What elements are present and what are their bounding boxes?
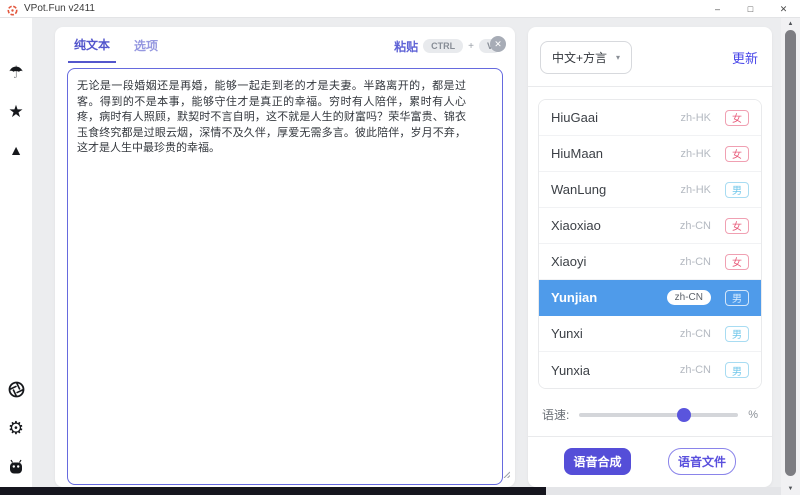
- sidebar: ☂ ★ ▲ ⚙: [0, 18, 32, 487]
- voice-lang: zh-CN: [667, 290, 711, 305]
- rate-unit: %: [748, 409, 758, 421]
- clear-text-icon[interactable]: ✕: [490, 36, 506, 52]
- voice-name: Yunxi: [551, 326, 680, 341]
- gear-icon[interactable]: ⚙: [6, 418, 26, 438]
- voice-lang: zh-CN: [680, 364, 711, 376]
- voice-name: Xiaoyi: [551, 254, 680, 269]
- voice-gender-badge: 男: [725, 326, 749, 342]
- paste-group: 粘贴 CTRL + V: [394, 38, 501, 61]
- voice-row[interactable]: HiuGaaizh-HK 女: [539, 100, 761, 136]
- voice-panel-header: 中文+方言 ▾ 更新: [528, 27, 772, 86]
- voice-gender-badge: 男: [725, 362, 749, 378]
- voice-name: Xiaoxiao: [551, 218, 680, 233]
- paste-button[interactable]: 粘贴: [394, 38, 418, 55]
- voice-lang: zh-HK: [680, 184, 711, 196]
- voice-row[interactable]: Yunjianzh-CN 男: [539, 280, 761, 316]
- voice-panel: 中文+方言 ▾ 更新 HiuGaaizh-HK女HiuMaanzh-HK女Wan…: [528, 27, 772, 487]
- voice-lang: zh-CN: [680, 328, 711, 340]
- mountain-icon[interactable]: ▲: [6, 140, 26, 160]
- voice-list: HiuGaaizh-HK女HiuMaanzh-HK女WanLungzh-HK男X…: [538, 99, 762, 389]
- resize-handle-icon[interactable]: [502, 465, 510, 483]
- voice-name: HiuGaai: [551, 110, 680, 125]
- language-select-value: 中文+方言: [552, 49, 607, 66]
- editor-card: 纯文本 选项 粘贴 CTRL + V 无论是一段婚姻还是再婚，能够一起走到老的才…: [55, 27, 515, 487]
- aperture-icon[interactable]: [6, 379, 26, 399]
- paste-key-plus: +: [468, 41, 474, 52]
- vertical-scrollbar[interactable]: ▲ ▼: [781, 18, 800, 495]
- rate-row: 语速: %: [528, 406, 772, 423]
- header-divider: [528, 86, 772, 87]
- voice-row[interactable]: Xiaoxiaozh-CN 女: [539, 208, 761, 244]
- voice-name: WanLung: [551, 182, 680, 197]
- voice-gender-badge: 女: [725, 110, 749, 126]
- action-row: 语音合成 语音文件: [528, 437, 772, 475]
- voice-lang: zh-CN: [680, 256, 711, 268]
- scroll-down-icon[interactable]: ▼: [781, 483, 800, 495]
- synthesize-button[interactable]: 语音合成: [564, 448, 631, 475]
- titlebar: VPot.Fun v2411 – □ ✕: [0, 0, 800, 18]
- umbrella-icon[interactable]: ☂: [6, 62, 26, 82]
- voice-row[interactable]: HiuMaanzh-HK 女: [539, 136, 761, 172]
- voice-gender-badge: 男: [725, 182, 749, 198]
- tab-plain-text[interactable]: 纯文本: [68, 36, 116, 63]
- bottom-edge: [546, 487, 781, 495]
- voice-lang: zh-CN: [680, 220, 711, 232]
- voice-gender-badge: 女: [725, 146, 749, 162]
- text-input[interactable]: 无论是一段婚姻还是再婚，能够一起走到老的才是夫妻。半路离开的，都是过客。得到的不…: [67, 68, 503, 485]
- window-title: VPot.Fun v2411: [24, 3, 95, 14]
- scroll-up-icon[interactable]: ▲: [781, 18, 800, 30]
- rate-slider[interactable]: [579, 413, 738, 417]
- voice-name: Yunxia: [551, 363, 680, 378]
- voice-gender-badge: 女: [725, 218, 749, 234]
- scrollbar-thumb[interactable]: [785, 30, 796, 476]
- minimize-icon[interactable]: –: [701, 0, 734, 18]
- editor-tabbar: 纯文本 选项 粘贴 CTRL + V: [55, 27, 515, 61]
- voice-row[interactable]: Yunxiazh-CN 男: [539, 352, 761, 388]
- voice-name: Yunjian: [551, 290, 667, 305]
- voice-row[interactable]: Xiaoyizh-CN 女: [539, 244, 761, 280]
- voice-lang: zh-HK: [680, 112, 711, 124]
- voice-lang: zh-HK: [680, 148, 711, 160]
- rate-label: 语速:: [542, 406, 569, 423]
- language-select[interactable]: 中文+方言 ▾: [540, 41, 632, 74]
- voice-gender-badge: 男: [725, 290, 749, 306]
- rate-slider-thumb[interactable]: [677, 408, 691, 422]
- voice-file-button[interactable]: 语音文件: [668, 448, 736, 475]
- refresh-link[interactable]: 更新: [732, 48, 758, 67]
- chevron-down-icon: ▾: [616, 53, 620, 62]
- voice-gender-badge: 女: [725, 254, 749, 270]
- maximize-icon[interactable]: □: [734, 0, 767, 18]
- voice-row[interactable]: WanLungzh-HK 男: [539, 172, 761, 208]
- voice-row[interactable]: Yunxizh-CN 男: [539, 316, 761, 352]
- paste-key-ctrl: CTRL: [423, 39, 463, 53]
- voice-name: HiuMaan: [551, 146, 680, 161]
- window-controls: – □ ✕: [701, 0, 800, 18]
- close-icon[interactable]: ✕: [767, 0, 800, 18]
- tab-options[interactable]: 选项: [128, 37, 164, 62]
- star-icon[interactable]: ★: [6, 101, 26, 121]
- taskbar-edge: [0, 487, 546, 495]
- app-logo-icon: [7, 3, 18, 14]
- robot-icon[interactable]: [6, 457, 26, 477]
